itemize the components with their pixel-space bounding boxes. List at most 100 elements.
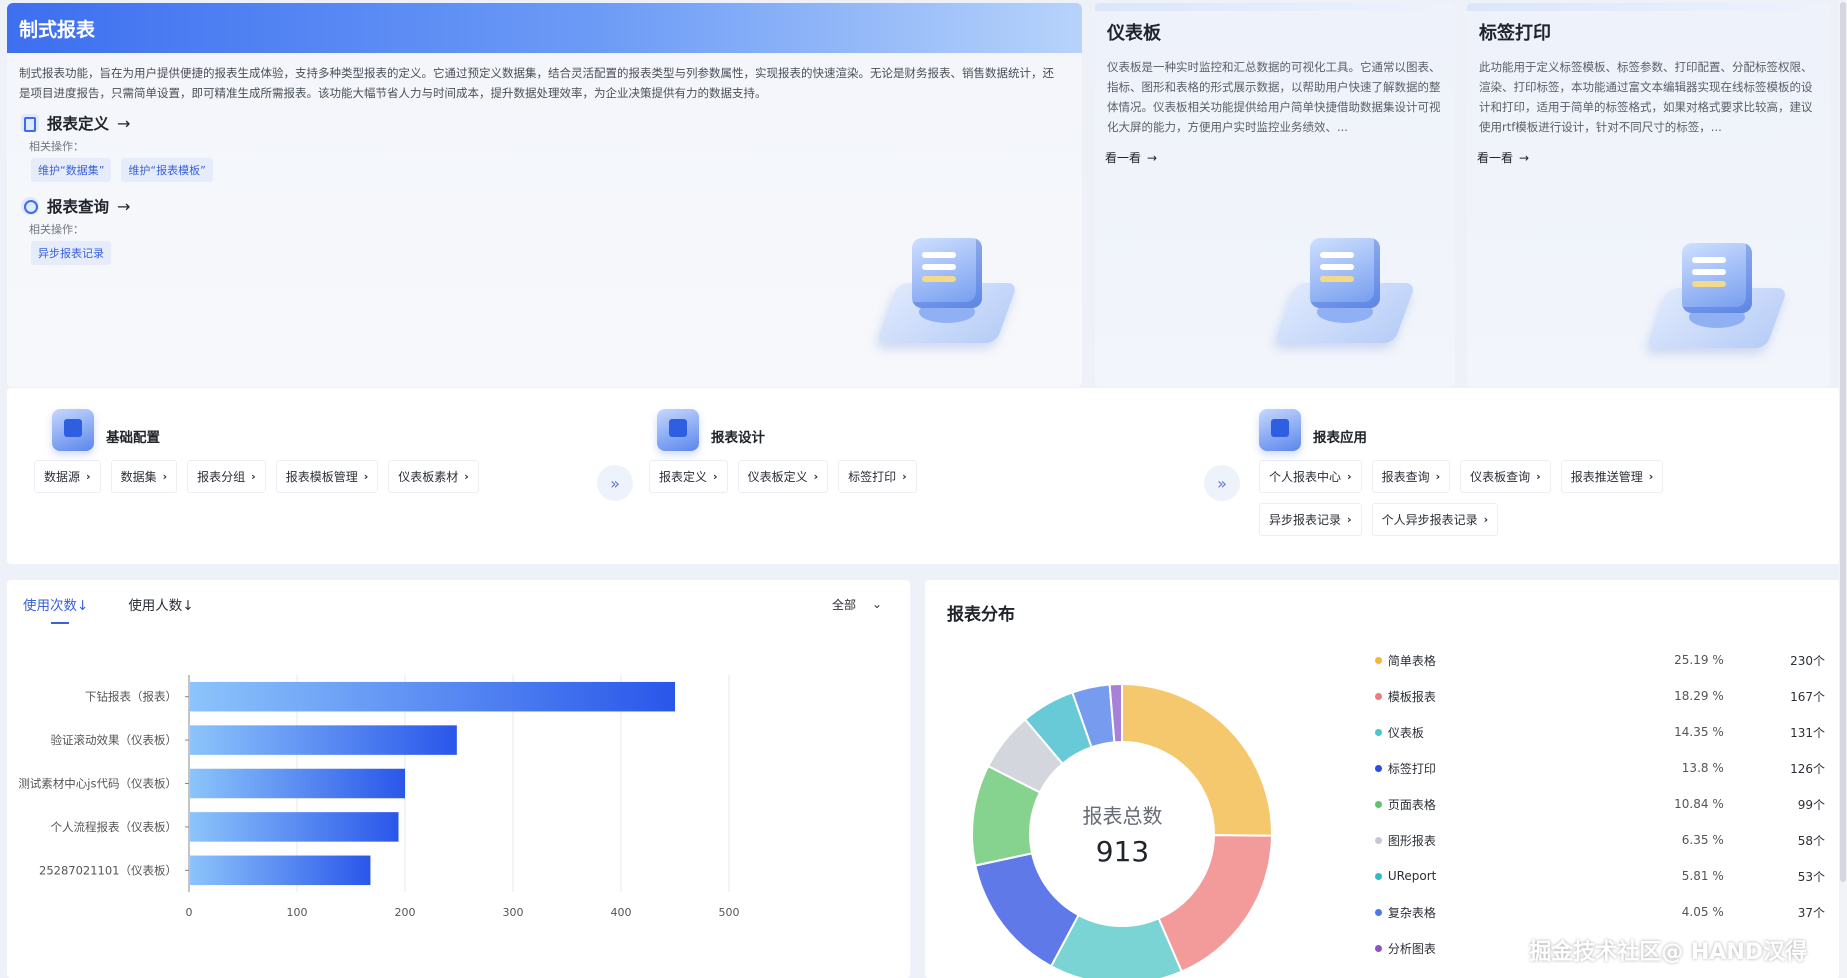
arrow-right-icon: → <box>117 196 131 216</box>
card-title: 标签打印 <box>1479 23 1551 44</box>
dashboard-illustration <box>1274 203 1416 353</box>
legend-percent: 10.84 % <box>1674 797 1724 811</box>
nav-item-datasource[interactable]: 数据源 › <box>34 460 101 493</box>
legend-name: UReport <box>1387 869 1437 883</box>
report-definition-icon <box>21 114 39 132</box>
legend-count: 167个 <box>1790 689 1825 704</box>
chevron-right-icon: › <box>1347 470 1352 483</box>
nav-group-basic-config: 基础配置 数据源 › 数据集 › 报表分组 › 报表模板管理 › 仪表板素材 › <box>34 406 572 493</box>
nav-item-dashboard-query[interactable]: 仪表板查询 › <box>1460 460 1551 493</box>
chevron-right-icon: › <box>1435 470 1441 483</box>
nav-item-label: 报表分组 <box>197 470 246 484</box>
nav-item-report-query[interactable]: 报表查询 › <box>1371 460 1451 493</box>
legend-dot-icon <box>1375 728 1382 736</box>
bar[interactable] <box>190 768 405 799</box>
y-category-label: 测试素材中心js代码（仪表板） <box>18 777 177 791</box>
usage-panel: 使用次数↓ 使用人数↓ 全部 ⌄ 0 100 200 300 400 500 下钻报表（报表… <box>7 580 910 978</box>
legend-count: 58个 <box>1797 833 1825 848</box>
bar[interactable] <box>190 812 399 842</box>
report-query-icon <box>21 197 39 215</box>
x-tick-label: 300 <box>503 906 524 919</box>
see-more-link[interactable]: 看一看 → <box>1095 145 1455 170</box>
see-more-label: 看一看 <box>1477 151 1514 165</box>
page-scrollbar[interactable] <box>1839 0 1847 978</box>
nav-item-personal-center[interactable]: 个人报表中心 › <box>1259 460 1362 493</box>
usage-bar-chart: 0 100 200 300 400 500 下钻报表（报表） 验证滚动效果（仪表板） 测试素材中… <box>18 675 740 919</box>
nav-item-dashboard-definition[interactable]: 仪表板定义 › <box>737 460 829 493</box>
section-title: 报表定义 <box>47 115 110 133</box>
nav-group-title: 报表设计 <box>711 430 765 446</box>
nav-group-report-app: 报表应用 个人报表中心 › 报表查询 › 仪表板查询 › 报表推送管理 › 异步报表记录… <box>1259 406 1819 536</box>
nav-group-title: 报表应用 <box>1313 430 1367 446</box>
module-navigation: 基础配置 数据源 › 数据集 › 报表分组 › 报表模板管理 › 仪表板素材 › » 报表… <box>7 388 1840 564</box>
chevron-right-icon: › <box>1536 470 1541 483</box>
y-category-label: 下钻报表（报表） <box>85 690 177 704</box>
bar[interactable] <box>190 681 675 712</box>
y-category-label: 25287021101（仪表板） <box>39 863 177 877</box>
chevron-right-icon: › <box>902 470 907 483</box>
legend-row[interactable]: 复杂表格 4.05 % 37个 <box>1375 894 1825 930</box>
bar[interactable] <box>190 855 371 886</box>
nav-item-label: 标签打印 <box>848 470 897 484</box>
chevron-right-icon: › <box>363 470 369 483</box>
legend-percent: 14.35 % <box>1674 725 1724 739</box>
chevron-right-icon: › <box>813 470 819 483</box>
section-title: 报表查询 <box>47 198 110 216</box>
legend-percent: 4.05 % <box>1681 905 1724 919</box>
arrow-right-icon: → <box>1147 150 1158 165</box>
chip-maintain-dataset[interactable]: 维护“数据集” <box>31 158 112 182</box>
x-tick-label: 100 <box>287 906 308 919</box>
legend-percent: 5.81 % <box>1681 869 1724 883</box>
donut-center-label: 报表总数 <box>1082 804 1163 828</box>
report-app-icon <box>1259 409 1301 451</box>
legend-count: 126个 <box>1790 761 1825 776</box>
see-more-link[interactable]: 看一看 → <box>1467 145 1830 170</box>
report-design-icon <box>657 409 699 451</box>
y-category-label: 个人流程报表（仪表板） <box>51 820 178 834</box>
nav-group-report-design: 报表设计 报表定义 › 仪表板定义 › 标签打印 › <box>649 406 1057 493</box>
nav-item-personal-async-records[interactable]: 个人异步报表记录 › <box>1371 503 1499 536</box>
scrollbar-thumb[interactable] <box>1840 2 1846 882</box>
legend-row[interactable]: 标签打印 13.8 % 126个 <box>1375 750 1825 786</box>
legend-dot-icon <box>1375 656 1382 664</box>
bar[interactable] <box>190 725 457 755</box>
nav-item-label: 异步报表记录 <box>1269 513 1342 527</box>
legend-dot-icon <box>1375 908 1382 916</box>
nav-item-label: 报表定义 <box>659 470 708 484</box>
chevron-right-icon: › <box>1648 470 1654 483</box>
nav-item-dataset[interactable]: 数据集 › <box>110 460 178 493</box>
legend-row[interactable]: 模板报表 18.29 % 167个 <box>1375 678 1825 714</box>
legend-count: 53个 <box>1797 869 1825 884</box>
nav-item-async-records[interactable]: 异步报表记录 › <box>1259 503 1362 536</box>
legend-row[interactable]: UReport 5.81 % 53个 <box>1375 858 1825 894</box>
legend-count: 37个 <box>1797 905 1825 920</box>
legend-dot-icon <box>1375 692 1382 700</box>
nav-item-label: 报表查询 <box>1381 470 1430 484</box>
hero-header: 制式报表 <box>7 3 1082 53</box>
legend-name: 模板报表 <box>1387 689 1436 704</box>
nav-item-label-print[interactable]: 标签打印 › <box>838 460 917 493</box>
chip-maintain-template[interactable]: 维护“报表模板” <box>121 158 213 182</box>
nav-item-label: 仪表板查询 <box>1470 470 1531 484</box>
card-description: 仪表板是一种实时监控和汇总数据的可视化工具。它通常以图表、指标、图形和表格的形式… <box>1107 60 1441 134</box>
legend-count: 131个 <box>1790 725 1825 740</box>
legend-name: 仪表板 <box>1387 725 1424 740</box>
dashboard-card: 仪表板 仪表板是一种实时监控和汇总数据的可视化工具。它通常以图表、指标、图形和表… <box>1095 3 1455 387</box>
legend-row[interactable]: 页面表格 10.84 % 99个 <box>1375 786 1825 822</box>
section-report-definition-link[interactable]: 报表定义 → <box>21 111 1068 135</box>
label-print-illustration <box>1646 208 1788 358</box>
distribution-donut-chart <box>971 682 1274 978</box>
flow-arrow-icon: » <box>1204 465 1240 501</box>
arrow-right-icon: → <box>1519 150 1530 165</box>
nav-item-push-mgmt[interactable]: 报表推送管理 › <box>1560 460 1664 493</box>
nav-item-label: 个人报表中心 <box>1269 470 1342 484</box>
nav-item-dashboard-assets[interactable]: 仪表板素材 › <box>388 460 479 493</box>
nav-item-template-mgmt[interactable]: 报表模板管理 › <box>275 460 379 493</box>
nav-item-report-definition[interactable]: 报表定义 › <box>649 460 728 493</box>
legend-row[interactable]: 简单表格 25.19 % 230个 <box>1375 642 1825 678</box>
chevron-right-icon: › <box>713 470 718 483</box>
legend-row[interactable]: 仪表板 14.35 % 131个 <box>1375 714 1825 750</box>
legend-row[interactable]: 图形报表 6.35 % 58个 <box>1375 822 1825 858</box>
nav-item-report-group[interactable]: 报表分组 › <box>187 460 266 493</box>
chip-async-records[interactable]: 异步报表记录 <box>31 241 111 265</box>
